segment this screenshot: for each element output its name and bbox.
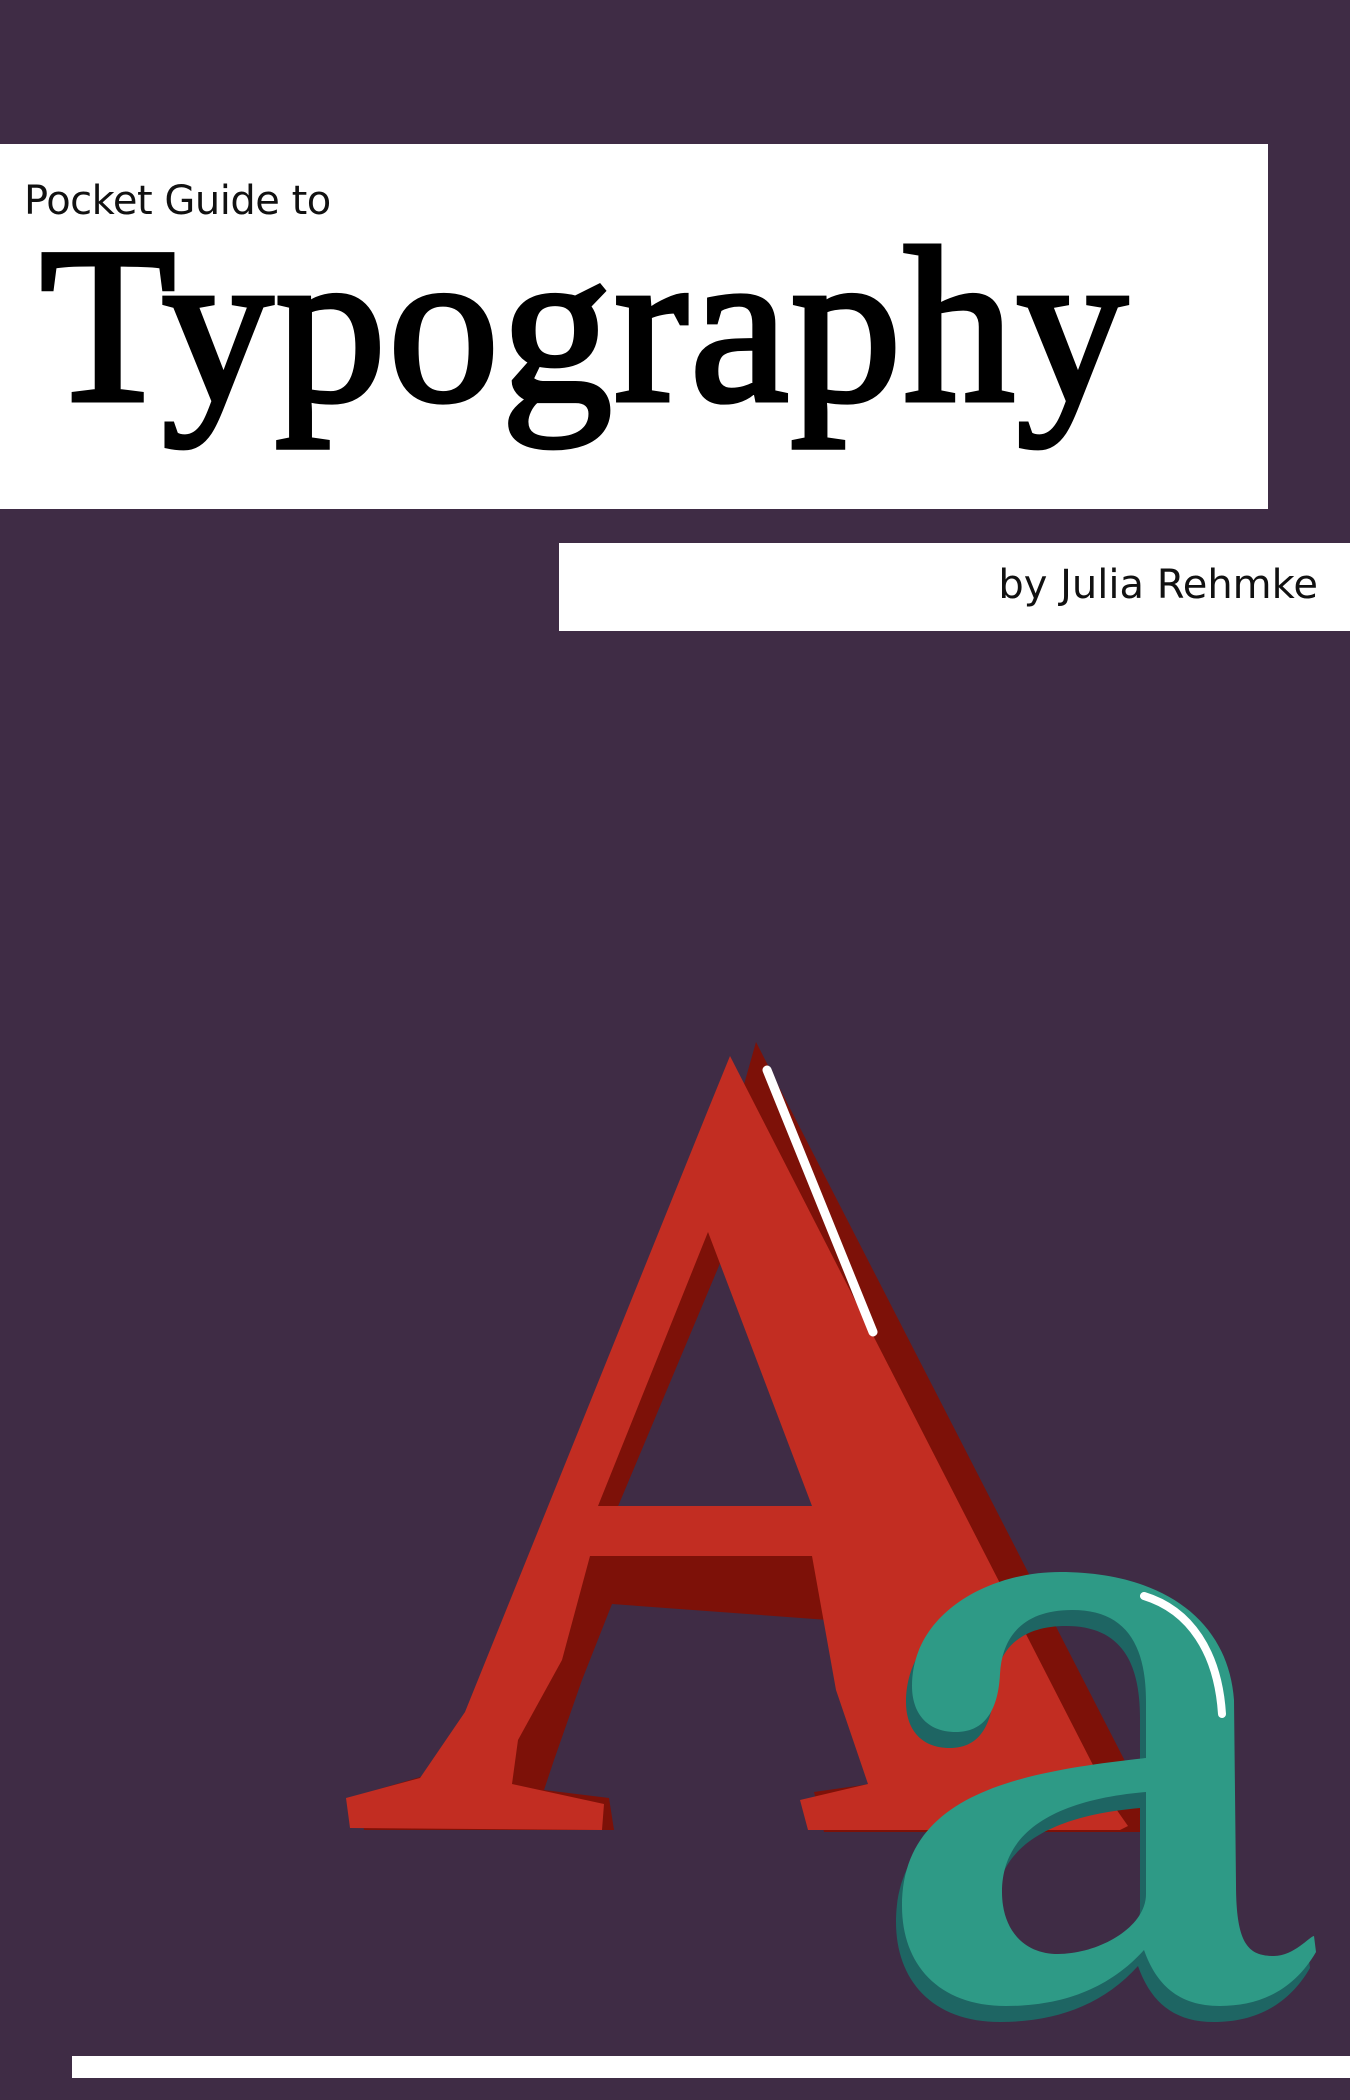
uppercase-letter: [346, 1056, 1128, 1830]
bottom-rule: [72, 2056, 1350, 2078]
book-cover: Pocket Guide to Typography by Julia Rehm…: [0, 0, 1350, 2100]
letter-illustration: [346, 1042, 1316, 2022]
